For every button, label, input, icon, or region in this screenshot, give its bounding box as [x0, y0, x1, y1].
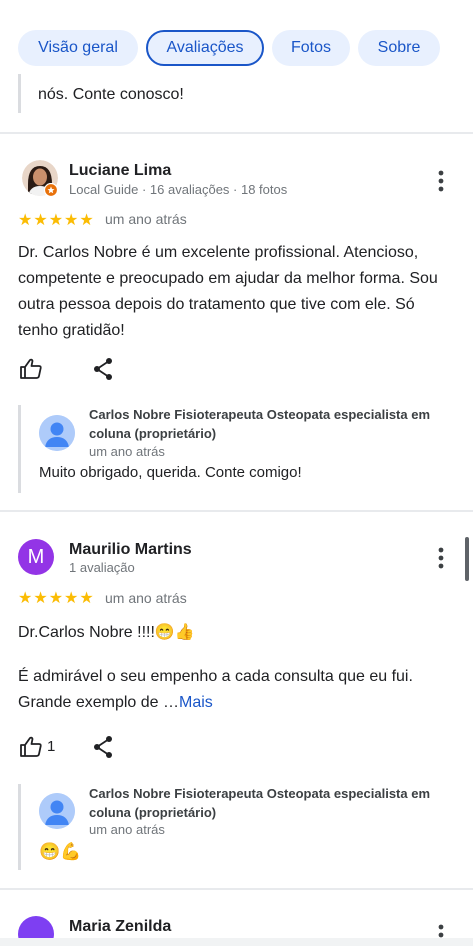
- more-vert-icon[interactable]: [432, 547, 450, 569]
- reply-bar: [18, 68, 21, 113]
- thumbs-up-icon[interactable]: [19, 357, 43, 381]
- owner-avatar[interactable]: [39, 793, 75, 829]
- review-date: um ano atrás: [105, 590, 187, 606]
- reviewer-name[interactable]: Maurilio Martins: [69, 541, 192, 559]
- reviewer-meta: 1 avaliação: [69, 560, 135, 575]
- share-icon[interactable]: [92, 357, 114, 381]
- owner-reply-date: um ano atrás: [89, 822, 165, 837]
- star-rating: ★★★★★: [18, 590, 95, 607]
- more-link[interactable]: Mais: [179, 694, 213, 711]
- reviewer-avatar[interactable]: M: [18, 539, 54, 575]
- owner-reply-date: um ano atrás: [89, 444, 165, 459]
- tab-reviews[interactable]: Avaliações: [146, 30, 264, 66]
- thumbs-up-icon[interactable]: [19, 735, 43, 759]
- owner-name[interactable]: Carlos Nobre Fisioterapeuta Osteopata es…: [89, 784, 449, 822]
- review-text: É admirável o seu empenho a cada consult…: [18, 664, 438, 716]
- review-date: um ano atrás: [105, 211, 187, 227]
- review-text: Dr. Carlos Nobre é um excelente profissi…: [18, 244, 438, 339]
- owner-reply-text: 😁💪: [39, 842, 82, 861]
- reviewer-name[interactable]: Luciane Lima: [69, 162, 171, 180]
- owner-reply-text: Muito obrigado, querida. Conte comigo!: [39, 464, 302, 481]
- previous-owner-reply: nós. Conte conosco!: [18, 68, 458, 113]
- share-icon[interactable]: [92, 735, 114, 759]
- divider: [0, 888, 473, 890]
- local-guide-badge-icon: [44, 183, 58, 197]
- review-card: Maria Zenilda: [0, 900, 473, 938]
- owner-avatar[interactable]: [39, 415, 75, 451]
- owner-name[interactable]: Carlos Nobre Fisioterapeuta Osteopata es…: [89, 405, 449, 443]
- tab-about[interactable]: Sobre: [358, 30, 440, 66]
- tab-photos[interactable]: Fotos: [272, 30, 350, 66]
- more-vert-icon[interactable]: [432, 924, 450, 938]
- divider: [0, 132, 473, 134]
- reviewer-meta: Local Guide · 16 avaliações · 18 fotos: [69, 182, 288, 197]
- bottom-bar: [0, 938, 473, 946]
- tab-overview[interactable]: Visão geral: [18, 30, 138, 66]
- previous-reply-text: nós. Conte conosco!: [38, 86, 184, 103]
- divider: [0, 510, 473, 512]
- owner-reply-bar: [18, 784, 21, 870]
- scrollbar[interactable]: [465, 537, 469, 581]
- reviewer-name[interactable]: Maria Zenilda: [69, 918, 171, 936]
- owner-reply-bar: [18, 405, 21, 493]
- tab-bar: Visão geral Avaliações Fotos Sobre: [0, 0, 473, 74]
- more-vert-icon[interactable]: [432, 170, 450, 192]
- star-rating: ★★★★★: [18, 212, 95, 229]
- review-text-line2: É admirável o seu empenho a cada consult…: [18, 668, 413, 711]
- like-count: 1: [47, 738, 56, 755]
- reviewer-avatar[interactable]: [18, 916, 54, 938]
- review-text-line1: Dr.Carlos Nobre !!!!😁👍: [18, 624, 195, 641]
